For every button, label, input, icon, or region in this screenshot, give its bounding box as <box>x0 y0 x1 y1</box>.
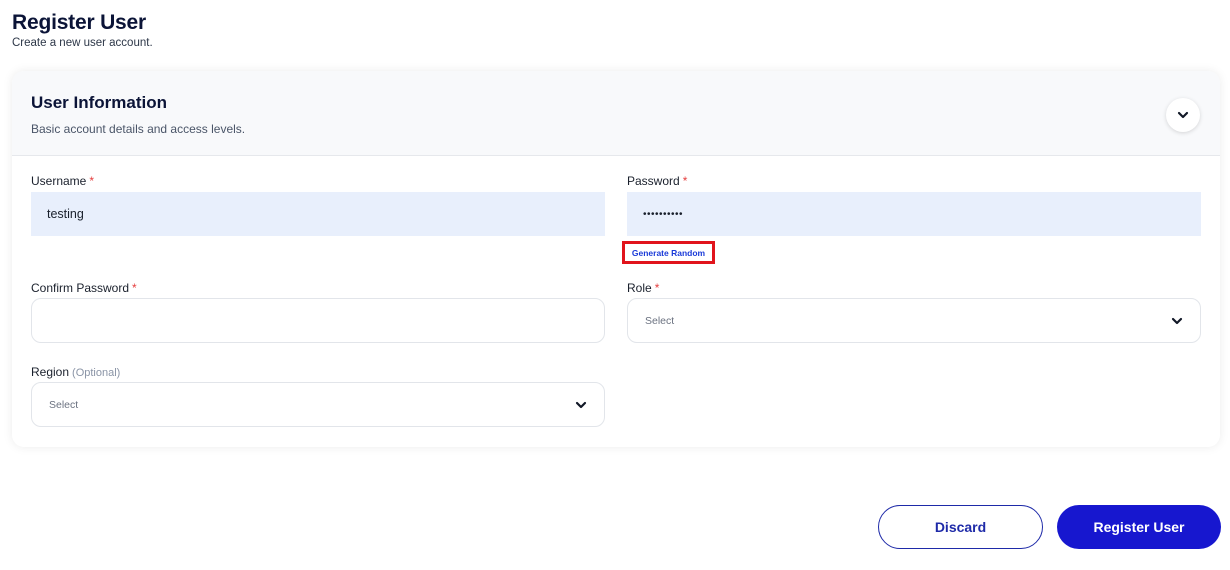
required-marker: * <box>682 174 688 188</box>
required-marker: * <box>89 174 95 188</box>
role-label: Role * <box>627 281 660 295</box>
username-input[interactable]: testing <box>31 192 605 236</box>
page-title: Register User <box>12 11 146 34</box>
optional-marker: (Optional) <box>72 367 121 379</box>
section-subtitle: Basic account details and access levels. <box>31 122 246 136</box>
chevron-down-icon <box>1177 111 1189 119</box>
chevron-down-icon <box>1171 317 1183 324</box>
user-information-card: User Information Basic account details a… <box>12 71 1220 447</box>
region-select-value: Select <box>49 398 79 411</box>
confirm-password-label: Confirm Password * <box>31 281 137 295</box>
page-subtitle: Create a new user account. <box>12 37 153 49</box>
register-user-button[interactable]: Register User <box>1057 505 1221 549</box>
region-label: Region (Optional) <box>31 365 121 379</box>
password-label: Password * <box>627 174 688 188</box>
required-marker: * <box>654 281 660 295</box>
region-select[interactable]: Select <box>31 382 605 427</box>
password-input[interactable]: •••••••••• <box>627 192 1201 236</box>
collapse-section-button[interactable] <box>1166 98 1200 132</box>
username-label: Username * <box>31 174 95 188</box>
section-title: User Information <box>31 93 168 112</box>
discard-button[interactable]: Discard <box>878 505 1043 549</box>
page-header: Register User Create a new user account. <box>12 11 153 50</box>
required-marker: * <box>132 281 137 295</box>
generate-random-button[interactable]: Generate Random <box>622 241 715 264</box>
role-select-value: Select <box>645 314 675 327</box>
card-header: User Information Basic account details a… <box>12 71 1220 156</box>
role-select[interactable]: Select <box>627 298 1201 343</box>
confirm-password-input[interactable] <box>31 298 605 343</box>
chevron-down-icon <box>575 401 587 408</box>
